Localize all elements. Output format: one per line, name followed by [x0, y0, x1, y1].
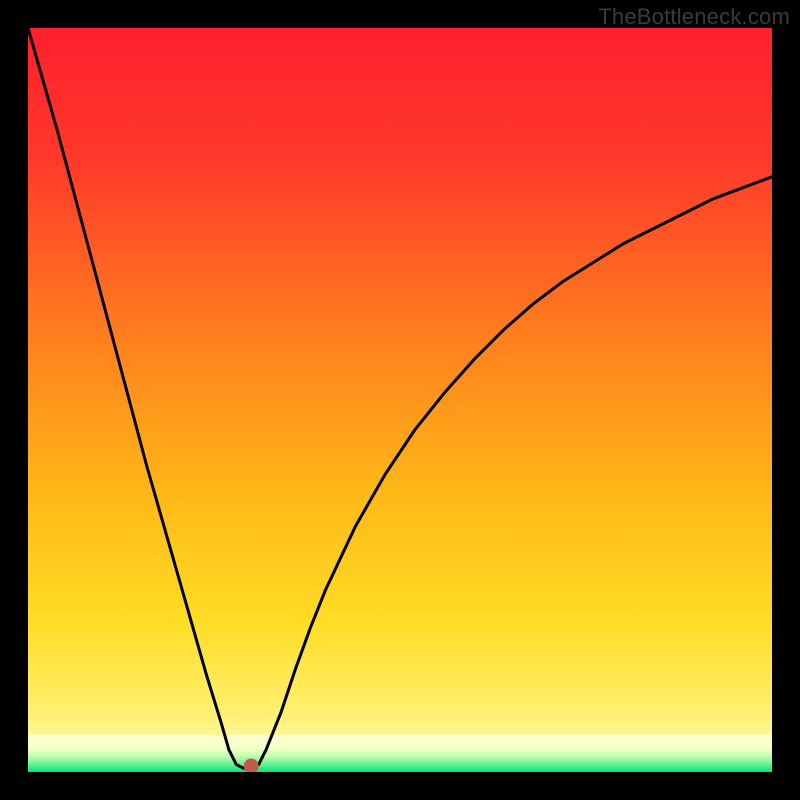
watermark-text: TheBottleneck.com — [598, 4, 790, 30]
chart-frame: TheBottleneck.com — [0, 0, 800, 800]
chart-background-gradient — [28, 28, 772, 772]
chart-plot-area — [28, 28, 772, 772]
chart-svg — [28, 28, 772, 772]
chart-bottom-band — [28, 735, 772, 772]
